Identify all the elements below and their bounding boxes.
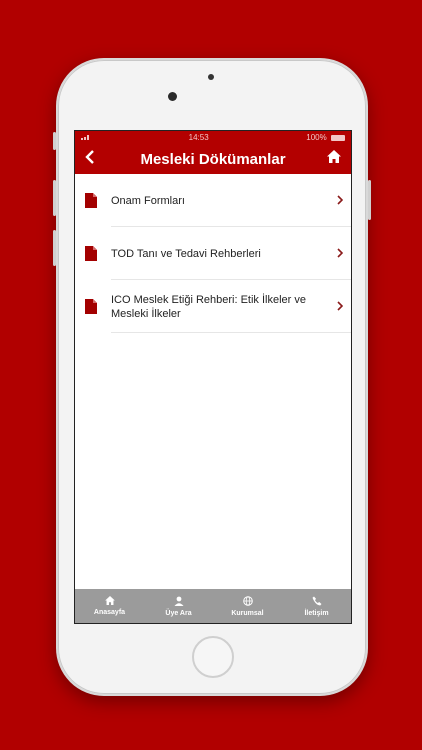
tab-label: Anasayfa [93,609,126,616]
list-item-label: TOD Tanı ve Tedavi Rehberleri [111,247,261,260]
page-title: Mesleki Dökümanlar [140,150,286,168]
chevron-right-icon [333,194,344,208]
tab-bar: Anasayfa Üye Ara Kurumsal İletişim [75,589,351,623]
nav-bar: Mesleki Dökümanlar [75,144,351,174]
battery-status: 100% [306,133,345,142]
tab-label: Üye Ara [165,609,192,617]
speaker [208,74,214,80]
chevron-right-icon [333,300,344,314]
document-list: Onam Formları TOD Tanı ve Tedavi Rehberl… [75,174,351,333]
home-hardware-button[interactable] [192,636,234,678]
list-item-label: ICO Meslek Etiği Rehberi: Etik İlkeler v… [111,293,307,320]
battery-percent: 100% [306,133,327,142]
status-bar: 14:53 100% [75,131,351,144]
volume-up-button [53,180,56,216]
tab-label: Kurumsal [231,609,264,617]
chevron-right-icon [333,247,344,261]
screen: 14:53 100% Mesleki Dökümanlar Onam Forml… [74,130,352,624]
tab-label: İletişim [304,609,329,617]
globe-icon [242,595,253,608]
document-icon [85,193,99,208]
home-button[interactable] [321,150,341,168]
tab-home[interactable]: Anasayfa [80,596,140,616]
list-item[interactable]: ICO Meslek Etiği Rehberi: Etik İlkeler v… [75,280,351,333]
tab-corporate[interactable]: Kurumsal [218,595,278,617]
back-button[interactable] [85,149,105,169]
list-item[interactable]: Onam Formları [75,174,351,227]
tab-member-search[interactable]: Üye Ara [149,596,209,617]
phone-frame: 14:53 100% Mesleki Dökümanlar Onam Forml… [53,58,371,696]
phone-icon [312,596,322,608]
list-item-label: Onam Formları [111,194,185,207]
mute-switch [53,132,56,150]
status-time: 14:53 [188,133,209,142]
battery-icon [330,134,345,141]
power-button [368,180,371,220]
list-item[interactable]: TOD Tanı ve Tedavi Rehberleri [75,227,351,280]
document-icon [85,246,99,261]
volume-down-button [53,230,56,266]
home-icon [104,596,115,607]
home-icon [327,150,341,168]
tab-contact[interactable]: İletişim [287,596,347,617]
signal-icon [81,133,91,142]
front-camera [168,92,177,101]
user-search-icon [174,596,184,608]
document-icon [85,299,99,314]
chevron-left-icon [85,149,95,168]
